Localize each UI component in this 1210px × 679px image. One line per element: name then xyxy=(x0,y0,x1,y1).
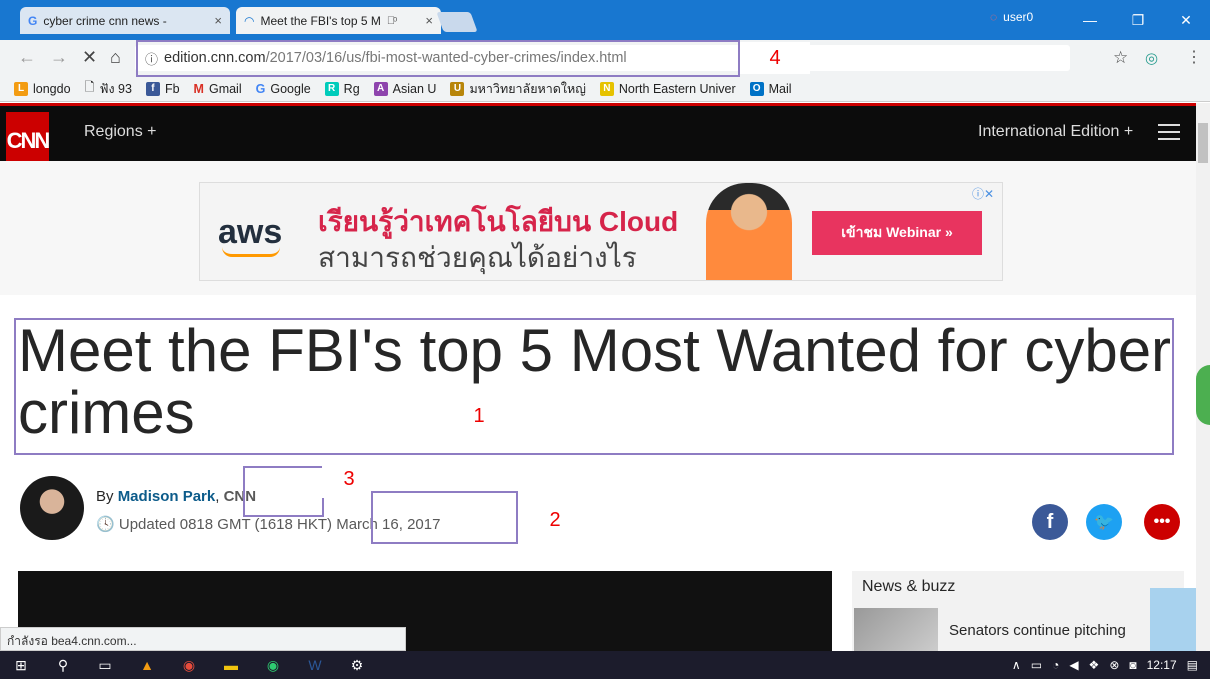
audio-icon[interactable]: ◀ͦ xyxy=(387,15,395,27)
dropbox-icon[interactable]: ❖ xyxy=(1089,658,1100,672)
chrome-icon[interactable]: ◉ xyxy=(168,657,210,674)
bookmark-asianu[interactable]: A Asian U xyxy=(373,81,436,96)
facebook-icon: f xyxy=(145,81,160,96)
ad-subline: สามารถช่วยคุณได้อย่างไร xyxy=(318,242,637,273)
restore-icon[interactable]: ❐ xyxy=(1114,12,1162,29)
regions-menu[interactable]: Regions + xyxy=(84,123,157,141)
annotation-box-source xyxy=(243,466,324,517)
ad-cta-button[interactable]: เข้าชม Webinar » xyxy=(812,211,982,255)
annotation-label: 3 xyxy=(322,460,376,498)
wifi-icon[interactable]: ◔ xyxy=(1052,658,1059,672)
system-tray: ∧ ▭ ◔ ◀ ❖ ⊗ ◙ 12:17 ▤ xyxy=(1012,651,1210,679)
profile-button[interactable]: ◌ user0 xyxy=(990,10,1033,24)
profile-name: user0 xyxy=(1003,10,1034,24)
home-icon[interactable]: ⌂ xyxy=(110,47,121,68)
university-icon: N xyxy=(599,81,614,96)
tab-close-icon[interactable]: × xyxy=(425,13,433,28)
loading-icon: ◠ xyxy=(244,13,255,28)
author-link[interactable]: Madison Park xyxy=(118,488,216,505)
stop-icon[interactable]: ✕ xyxy=(82,47,97,68)
university-icon: U xyxy=(450,81,465,96)
facebook-share-icon[interactable]: f xyxy=(1032,504,1068,540)
author-avatar[interactable] xyxy=(20,476,84,540)
news-thumbnail[interactable] xyxy=(854,608,938,651)
annotation-label: 4 xyxy=(740,42,810,74)
updated-time: Updated 0818 GMT (1618 HKT) xyxy=(118,516,333,533)
bookmark-gmail[interactable]: M Gmail xyxy=(194,82,242,96)
bookmark-longdo[interactable]: Llongdo xyxy=(14,81,71,96)
volume-icon[interactable]: ◀ xyxy=(1069,658,1078,672)
bookmark-mail[interactable]: O Mail xyxy=(749,81,792,96)
bookmark-north-eastern[interactable]: N North Eastern Univer xyxy=(599,81,736,96)
asianu-icon: A xyxy=(373,81,388,96)
chevron-up-icon[interactable]: ∧ xyxy=(1012,658,1021,672)
chrome-icon[interactable]: ◉ xyxy=(252,657,294,674)
google-icon: G xyxy=(255,81,266,96)
user-icon: ◌ xyxy=(990,10,998,24)
menu-icon[interactable]: ⋮ xyxy=(1186,47,1202,67)
annotation-box-date xyxy=(371,491,518,544)
twitter-share-icon[interactable]: 🐦 xyxy=(1086,504,1122,540)
bookmarks-bar: Llongdo 🗋 ฟัง 93 f Fb M Gmail G Google R Rg A… xyxy=(0,76,1210,102)
edition-selector[interactable]: International Edition + xyxy=(978,123,1133,141)
tab-title: Meet the FBI's top 5 M xyxy=(260,13,381,28)
gmail-icon: M xyxy=(193,81,204,96)
extension-icon[interactable]: ◎ xyxy=(1145,49,1158,67)
tab-close-icon[interactable]: × xyxy=(214,13,222,28)
annotation-box-headline xyxy=(14,318,1174,455)
word-icon[interactable]: W xyxy=(294,657,336,673)
page-icon: 🗋 xyxy=(84,80,95,94)
floating-green-button[interactable] xyxy=(1196,365,1210,425)
settings-icon[interactable]: ⚙ xyxy=(336,657,378,674)
app-tray-icon[interactable]: ◙ xyxy=(1129,658,1136,672)
bookmark-google[interactable]: G Google xyxy=(256,82,311,96)
more-share-icon[interactable]: ••• xyxy=(1144,504,1180,540)
google-icon: G xyxy=(28,13,38,28)
annotation-label: 2 xyxy=(540,506,570,534)
status-bar: กำลังรอ bea4.cnn.com... xyxy=(0,627,406,651)
aws-smile-icon xyxy=(222,247,280,257)
outlook-icon: O xyxy=(749,81,764,96)
window-controls: — ❐ ✕ xyxy=(1066,0,1210,40)
researchgate-icon: R xyxy=(324,81,339,96)
bookmark-fang93[interactable]: 🗋 ฟัง 93 xyxy=(85,78,132,99)
file-explorer-icon[interactable]: ▬ xyxy=(210,657,252,673)
longdo-icon: L xyxy=(14,81,28,96)
hamburger-menu-icon[interactable] xyxy=(1158,124,1180,145)
new-tab-button[interactable] xyxy=(436,12,478,32)
tab-article[interactable]: ◠ Meet the FBI's top 5 M ◀ͦ × xyxy=(236,7,441,34)
ad-photo xyxy=(706,183,792,280)
byline: By Madison Park, CNN xyxy=(96,488,257,505)
clock[interactable]: 12:17 xyxy=(1147,658,1177,672)
news-item-title[interactable]: Senators continue pitching xyxy=(949,622,1126,639)
forward-icon[interactable]: → xyxy=(50,47,68,68)
tab-title: cyber crime cnn news - xyxy=(43,13,167,28)
close-window-icon[interactable]: ✕ xyxy=(1162,12,1210,29)
bookmark-star-icon[interactable]: ☆ xyxy=(1113,48,1128,68)
clock-icon: 🕓 xyxy=(96,516,115,533)
search-icon[interactable]: ⚲ xyxy=(42,657,84,674)
bookmark-fb[interactable]: f Fb xyxy=(145,81,180,96)
status-x-icon[interactable]: ⊗ xyxy=(1109,658,1119,672)
windows-start-icon[interactable]: ⊞ xyxy=(0,657,42,674)
bookmark-hatyai-univ[interactable]: U มหาวิทยาลัยหาดใหญ่ xyxy=(450,79,586,99)
task-view-icon[interactable]: ▭ xyxy=(84,657,126,674)
notification-icon[interactable]: ▤ xyxy=(1187,658,1198,672)
battery-icon[interactable]: ▭ xyxy=(1031,658,1042,672)
minimize-icon[interactable]: — xyxy=(1066,12,1114,28)
bookmark-rg[interactable]: R Rg xyxy=(324,81,360,96)
annotation-box-url xyxy=(136,40,740,77)
annotation-label: 1 xyxy=(448,387,510,445)
matlab-icon[interactable]: ▲ xyxy=(126,657,168,673)
news-buzz-title: News & buzz xyxy=(862,578,956,595)
tab-search[interactable]: G cyber crime cnn news - × xyxy=(20,7,230,34)
back-icon[interactable]: ← xyxy=(18,47,36,68)
adchoices-icon[interactable]: ⓘ✕ xyxy=(972,185,994,202)
